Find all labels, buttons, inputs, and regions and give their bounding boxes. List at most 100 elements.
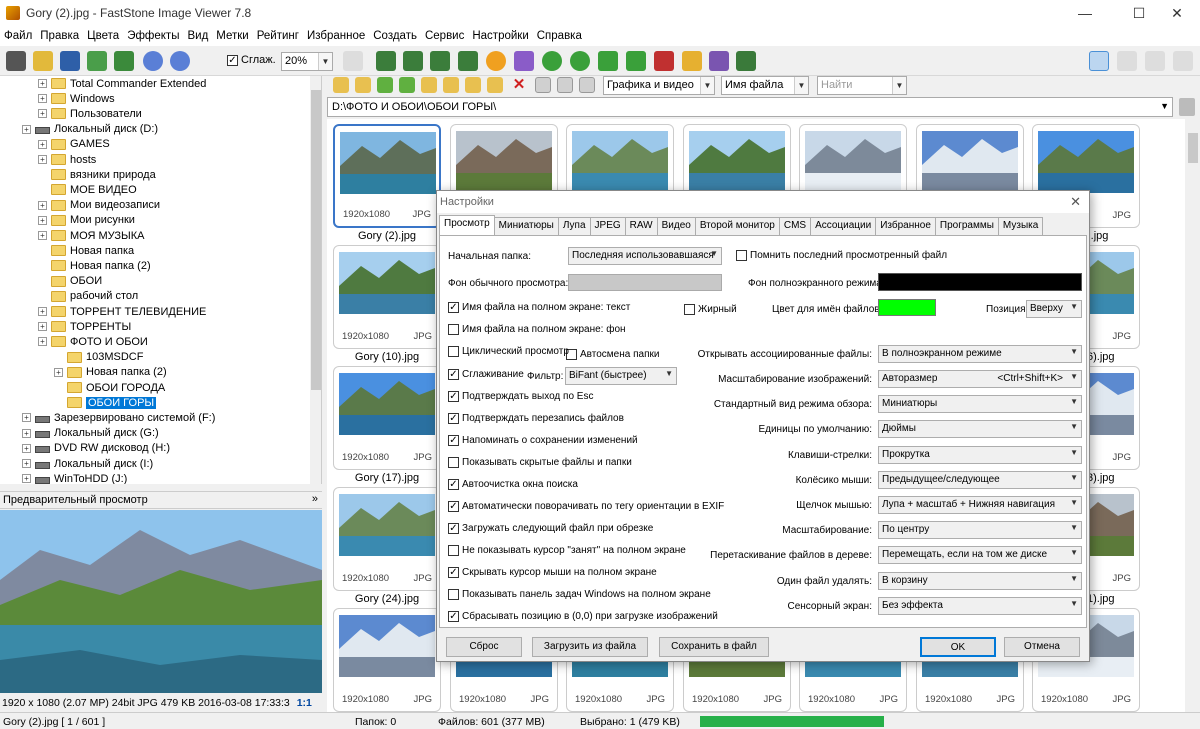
thumbnail-card[interactable]: 1920x1080 JPG [333,487,441,591]
setting-select[interactable]: Предыдущее/следующее ▼ [878,471,1082,489]
tree-folder-item[interactable]: + Пользователи [38,106,142,121]
chevron-down-icon[interactable]: ▼ [1070,397,1078,406]
tree-folder-item[interactable]: +ОБОИ [38,274,102,289]
favorites-icon[interactable] [443,77,459,93]
move-icon[interactable] [626,51,646,71]
start-folder-select[interactable]: Последняя использовавшаяся ▼ [568,247,722,265]
chevron-down-icon[interactable]: ▼ [892,77,906,94]
menu-rating[interactable]: Рейтинг [257,30,299,42]
tab-9[interactable]: Избранное [875,217,936,235]
setting-select[interactable]: В полноэкранном режиме ▼ [878,345,1082,363]
list-view-icon[interactable] [579,77,595,93]
sort-combo[interactable]: Имя файла ▼ [721,76,809,95]
menu-tools[interactable]: Сервис [425,30,464,42]
check-box[interactable]: ✓ [448,501,459,512]
chevron-down-icon[interactable]: ▼ [1070,347,1078,356]
chevron-down-icon[interactable]: ▼ [1070,599,1078,608]
option-checkbox[interactable]: Циклический просмотр [448,346,569,357]
expand-icon[interactable]: + [22,474,31,484]
setting-select[interactable]: Дюймы ▼ [878,420,1082,438]
menu-edit[interactable]: Правка [40,30,79,42]
tree-folder-item[interactable]: + ТОРРЕНТЫ [38,319,131,334]
check-box[interactable]: ✓ [448,479,459,490]
file-type-filter[interactable]: Графика и видео ▼ [603,76,715,95]
check-box[interactable]: ✓ [448,567,459,578]
autochange-folder-checkbox[interactable]: Автосмена папки [566,349,659,360]
cancel-button[interactable]: Отмена [1004,637,1080,657]
check-box[interactable] [448,457,459,468]
expand-icon[interactable]: + [54,367,63,377]
thumbnails-view-icon[interactable] [535,77,551,93]
up-folder-icon[interactable] [377,77,393,93]
reset-button[interactable]: Сброс [446,637,522,657]
tab-1[interactable]: Миниатюры [493,217,559,235]
tree-folder-item[interactable]: +рабочий стол [38,289,138,304]
expand-icon[interactable]: + [22,428,31,438]
expand-icon[interactable]: + [38,139,47,149]
email-icon[interactable] [682,51,702,71]
chevron-down-icon[interactable]: ▼ [665,369,673,378]
hand-tool-icon[interactable] [343,51,363,71]
setting-select[interactable]: По центру ▼ [878,521,1082,539]
load-from-file-button[interactable]: Загрузить из файла [532,637,648,657]
option-checkbox[interactable]: Не показывать курсор "занят" на полном э… [448,545,686,556]
rotate-right-icon[interactable] [570,51,590,71]
tab-5[interactable]: Видео [656,217,696,235]
menu-settings[interactable]: Настройки [472,30,528,42]
thumbnail-card[interactable]: 1920x1080 JPG [333,608,441,712]
tree-folder-item[interactable]: +Новая папка (2) [38,258,151,273]
expand-icon[interactable]: + [38,337,47,347]
tree-folder-item[interactable]: +ОБОИ ГОРЫ [54,395,157,410]
expand-icon[interactable]: + [38,215,47,225]
compare-icon[interactable] [430,51,450,71]
tree-folder-item[interactable]: + hosts [38,152,96,167]
delete-icon[interactable] [654,51,674,71]
folder-tree[interactable]: + Total Commander Extended + Windows + Пользо… [0,76,322,484]
camera-icon[interactable] [6,51,26,71]
minimize-button[interactable]: — [1062,0,1108,26]
actual-size-button[interactable]: 1:1 [297,697,312,709]
option-checkbox[interactable]: ✓ Подтверждать выход по Esc [448,391,593,402]
smooth-check-box[interactable]: ✓ [227,54,238,66]
chevron-down-icon[interactable]: ▼ [1070,523,1078,532]
check-box[interactable] [448,545,459,556]
chevron-down-icon[interactable]: ▼ [710,249,718,258]
tree-folder-item[interactable]: +103MSDCF [54,350,143,365]
menu-favorites[interactable]: Избранное [307,30,365,42]
menu-effects[interactable]: Эффекты [127,30,179,42]
thumbs-scrollbar[interactable] [1186,119,1200,712]
bg-full-color[interactable] [878,273,1082,291]
expand-icon[interactable]: + [38,200,47,210]
details-view-icon[interactable] [557,77,573,93]
expand-icon[interactable]: + [38,307,47,316]
tree-drive-item[interactable]: + Локальный диск (G:) [22,426,159,441]
dialog-close-icon[interactable]: ✕ [1070,194,1081,210]
thumbnail-label[interactable]: Gory (17).jpg [333,472,441,484]
option-checkbox[interactable]: Показывать панель задач Windows на полно… [448,589,711,600]
resize-icon[interactable] [376,51,396,71]
tree-folder-item[interactable]: + ФОТО И ОБОИ [38,334,148,349]
draw-icon[interactable] [458,51,478,71]
option-checkbox[interactable]: ✓ Имя файла на полном экране: текст [448,302,630,313]
open-folder-icon[interactable] [33,51,53,71]
setting-select[interactable]: Лупа + масштаб + Нижняя навигация ▼ [878,496,1082,514]
menu-colors[interactable]: Цвета [87,30,119,42]
tree-drive-item[interactable]: + Локальный диск (D:) [22,122,158,137]
chevron-down-icon[interactable]: ▼ [1070,422,1078,431]
search-placeholder[interactable]: Найти [821,79,852,91]
option-checkbox[interactable]: Имя файла на полном экране: фон [448,324,626,335]
setting-select[interactable]: Прокрутка ▼ [878,446,1082,464]
tree-folder-item[interactable]: + Total Commander Extended [38,76,206,91]
tab-2[interactable]: Лупа [557,217,591,235]
tab-4[interactable]: RAW [624,217,658,235]
slideshow-icon[interactable] [114,51,134,71]
option-checkbox[interactable]: ✓ Скрывать курсор мыши на полном экране [448,567,657,578]
option-checkbox[interactable]: ✓ Сбрасывать позицию в (0,0) при загрузке… [448,611,718,622]
printer-icon[interactable] [709,51,729,71]
expand-icon[interactable]: + [22,413,31,423]
remember-last-checkbox[interactable]: Помнить последний просмотренный файл [736,250,947,261]
check-box[interactable] [736,250,747,261]
layout-single-icon[interactable] [1117,51,1137,71]
check-box[interactable]: ✓ [448,302,459,313]
check-box[interactable]: ✓ [448,435,459,446]
